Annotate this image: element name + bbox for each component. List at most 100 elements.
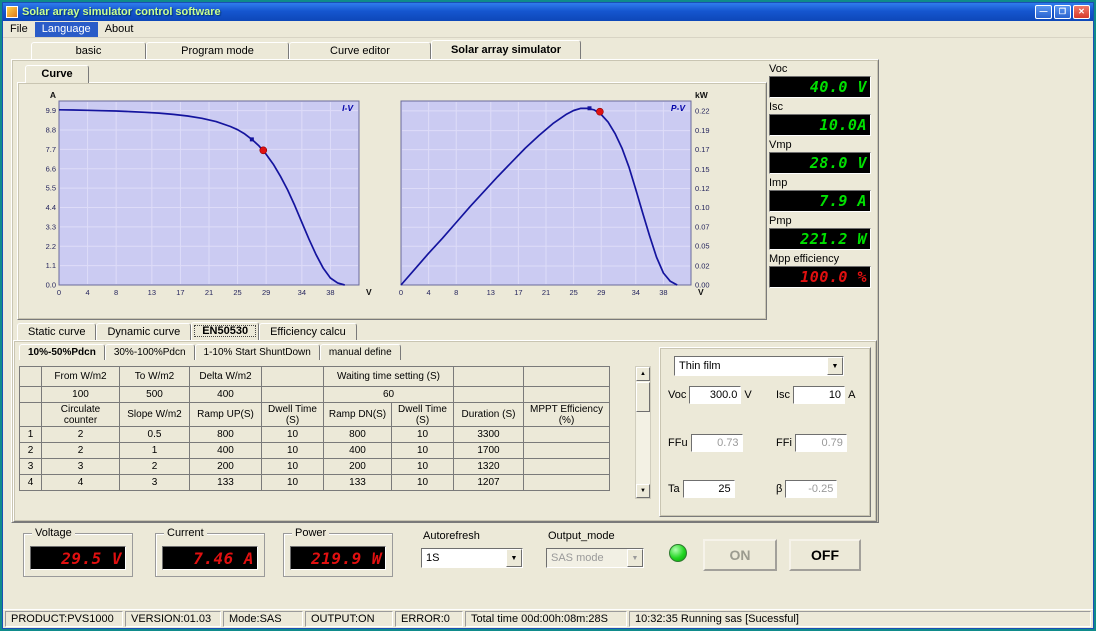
ta-input[interactable] (683, 480, 735, 498)
table-cell[interactable]: 10 (262, 443, 324, 459)
table-cell[interactable]: 10 (392, 459, 454, 475)
header-value-cell[interactable]: 60 (324, 387, 454, 403)
table-cell[interactable] (524, 459, 610, 475)
voc-display: 40.0 V (769, 76, 871, 98)
table-cell[interactable]: 200 (324, 459, 392, 475)
autorefresh-select[interactable]: 1S ▼ (421, 548, 523, 568)
col-header: Ramp DN(S) (324, 403, 392, 427)
ffi-field: FFi (776, 434, 847, 452)
table-cell[interactable] (524, 427, 610, 443)
table-cell[interactable]: 800 (324, 427, 392, 443)
menu-about[interactable]: About (98, 22, 141, 37)
table-cell[interactable]: 133 (324, 475, 392, 491)
beta-field: β (776, 480, 837, 498)
tab-static-curve[interactable]: Static curve (17, 323, 96, 340)
menu-language[interactable]: Language (35, 22, 98, 37)
minimize-icon[interactable]: — (1035, 5, 1052, 19)
table-cell[interactable] (524, 475, 610, 491)
tab-dynamic-curve[interactable]: Dynamic curve (96, 323, 191, 340)
table-cell[interactable]: 10 (262, 475, 324, 491)
table-cell[interactable]: 10 (392, 475, 454, 491)
tab-basic[interactable]: basic (31, 42, 146, 59)
tab-solar-array-simulator[interactable]: Solar array simulator (431, 40, 581, 59)
table-cell[interactable]: 133 (190, 475, 262, 491)
table-cell[interactable]: 200 (190, 459, 262, 475)
table-cell[interactable]: 10 (392, 427, 454, 443)
table-cell[interactable]: 0.5 (120, 427, 190, 443)
svg-text:34: 34 (298, 288, 306, 297)
tab-start-shuntdown[interactable]: 1-10% Start ShuntDown (195, 344, 320, 360)
voltage-group: Voltage 29.5 V (23, 533, 133, 577)
current-display: 7.46 A (162, 546, 258, 570)
mpp-efficiency-label: Mpp efficiency (769, 253, 871, 265)
table-cell[interactable]: 3 (42, 459, 120, 475)
table-cell[interactable]: 10 (262, 427, 324, 443)
header-value-cell[interactable]: 500 (120, 387, 190, 403)
off-button[interactable]: OFF (789, 539, 861, 571)
table-cell[interactable]: 1700 (454, 443, 524, 459)
header-value-cell[interactable]: 100 (42, 387, 120, 403)
status-version: VERSION:01.03 (125, 611, 221, 627)
ta-field-label: Ta (668, 483, 680, 495)
ffu-field-label: FFu (668, 437, 688, 449)
power-display: 219.9 W (290, 546, 386, 570)
table-scrollbar[interactable]: ▲ ▼ (635, 366, 651, 499)
col-header: Duration (S) (454, 403, 524, 427)
output-mode-select: SAS mode ▼ (546, 548, 644, 568)
voc-input[interactable] (689, 386, 741, 404)
tab-efficiency-calcu[interactable]: Efficiency calcu (259, 323, 357, 340)
scroll-thumb[interactable] (636, 382, 650, 412)
table-cell[interactable]: 2 (42, 427, 120, 443)
tab-manual-define[interactable]: manual define (320, 344, 401, 360)
status-output: OUTPUT:ON (305, 611, 393, 627)
imp-label: Imp (769, 177, 871, 189)
tab-en50530[interactable]: EN50530 (191, 322, 259, 340)
tab-curve[interactable]: Curve (25, 65, 89, 83)
scroll-up-icon[interactable]: ▲ (636, 367, 650, 381)
table-cell[interactable]: 1320 (454, 459, 524, 475)
pv-type-select[interactable]: Thin film ▼ (674, 356, 844, 376)
tab-30-100-pdcn[interactable]: 30%-100%Pdcn (105, 344, 195, 360)
header-value-cell[interactable]: 400 (190, 387, 262, 403)
svg-text:34: 34 (632, 288, 640, 297)
table-cell[interactable]: 10 (262, 459, 324, 475)
svg-text:0.00: 0.00 (695, 281, 710, 290)
tab-10-50-pdcn[interactable]: 10%-50%Pdcn (19, 344, 105, 360)
ta-field: Ta (668, 480, 735, 498)
table-cell[interactable]: 4 (42, 475, 120, 491)
table-cell[interactable]: 3 (120, 475, 190, 491)
svg-text:4: 4 (85, 288, 89, 297)
readout-column: Voc 40.0 V Isc 10.0A Vmp 28.0 V Imp 7.9 … (769, 63, 871, 291)
table-cell[interactable] (524, 443, 610, 459)
title-bar[interactable]: Solar array simulator control software —… (3, 3, 1093, 21)
dropdown-arrow-icon[interactable]: ▼ (506, 549, 522, 567)
close-icon[interactable]: ✕ (1073, 5, 1090, 19)
menu-file[interactable]: File (3, 22, 35, 37)
vmp-display: 28.0 V (769, 152, 871, 174)
col-header: Dwell Time (S) (262, 403, 324, 427)
sequence-table: From W/m2 To W/m2 Delta W/m2 Waiting tim… (19, 366, 610, 491)
table-cell[interactable]: 2 (120, 459, 190, 475)
table-cell[interactable]: 400 (190, 443, 262, 459)
svg-text:A: A (50, 90, 56, 100)
window-controls: — ❐ ✕ (1035, 5, 1090, 19)
status-error: ERROR:0 (395, 611, 463, 627)
svg-text:0.10: 0.10 (695, 203, 710, 212)
on-button[interactable]: ON (703, 539, 777, 571)
table-header-row-1: From W/m2 To W/m2 Delta W/m2 Waiting tim… (20, 367, 610, 387)
isc-input[interactable] (793, 386, 845, 404)
table-cell[interactable]: 800 (190, 427, 262, 443)
maximize-icon[interactable]: ❐ (1054, 5, 1071, 19)
dropdown-arrow-icon[interactable]: ▼ (827, 357, 843, 375)
table-cell[interactable]: 10 (392, 443, 454, 459)
table-cell[interactable]: 2 (42, 443, 120, 459)
table-cell[interactable]: 1 (120, 443, 190, 459)
svg-text:0.19: 0.19 (695, 126, 710, 135)
scroll-down-icon[interactable]: ▼ (636, 484, 650, 498)
table-cell[interactable]: 3300 (454, 427, 524, 443)
svg-text:38: 38 (326, 288, 334, 297)
table-cell[interactable]: 1207 (454, 475, 524, 491)
table-cell[interactable]: 400 (324, 443, 392, 459)
tab-program-mode[interactable]: Program mode (146, 42, 289, 59)
tab-curve-editor[interactable]: Curve editor (289, 42, 431, 59)
